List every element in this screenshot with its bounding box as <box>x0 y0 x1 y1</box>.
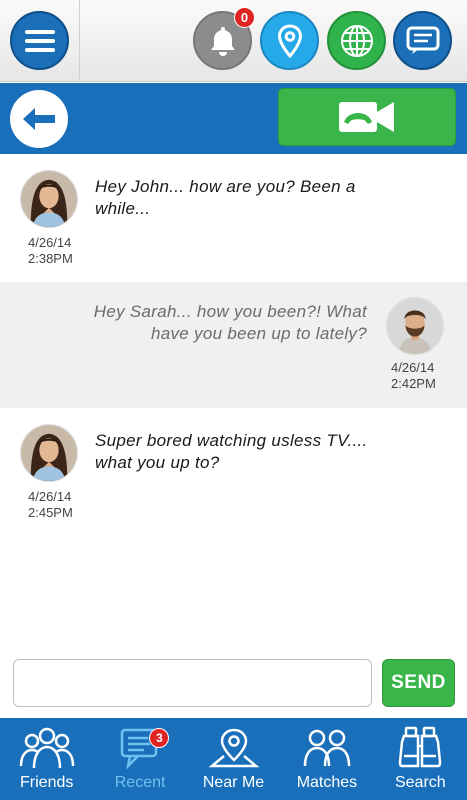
message-item: Hey Sarah... how you been?! What have yo… <box>0 282 467 408</box>
message-date: 4/26/14 <box>28 489 72 504</box>
message-input[interactable] <box>13 659 372 707</box>
nav-label: Search <box>394 774 446 791</box>
hamburger-menu-icon <box>24 29 55 52</box>
nav-item-matches[interactable]: Matches <box>280 718 373 800</box>
nav-label: Matches <box>296 774 358 791</box>
notifications-badge: 0 <box>234 7 255 28</box>
nav-item-search[interactable]: Search <box>374 718 467 800</box>
arrow-left-icon <box>23 108 55 130</box>
message-icon <box>406 26 439 54</box>
avatar-john[interactable] <box>386 297 444 355</box>
menu-button[interactable] <box>10 11 69 70</box>
back-button[interactable] <box>10 90 68 148</box>
message-time: 2:45PM <box>28 505 73 520</box>
location-button[interactable] <box>260 11 319 70</box>
avatar-sarah[interactable] <box>20 170 78 228</box>
message-text: Super bored watching usless TV.... what … <box>95 431 368 472</box>
bottom-nav: Friends 3 Recent Near Me Matches Search <box>0 718 467 800</box>
map-marker-icon <box>208 728 259 768</box>
binoculars-icon <box>399 726 442 768</box>
message-time: 2:38PM <box>28 251 73 266</box>
matches-icon <box>303 729 351 767</box>
divider <box>79 0 80 82</box>
map-pin-icon <box>277 23 302 58</box>
message-item: 4/26/14 2:45PM Super bored watching usle… <box>0 408 467 536</box>
video-call-button[interactable] <box>278 88 456 146</box>
message-timestamp: 4/26/14 2:42PM <box>391 360 436 392</box>
nav-label: Near Me <box>202 774 265 791</box>
woman-avatar-icon <box>21 171 77 227</box>
nav-item-friends[interactable]: Friends <box>0 718 93 800</box>
send-button[interactable]: SEND <box>382 659 455 707</box>
woman-avatar-icon <box>21 425 77 481</box>
nav-label: Friends <box>20 774 74 791</box>
globe-button[interactable] <box>327 11 386 70</box>
message-time: 2:42PM <box>391 376 436 391</box>
globe-icon <box>340 24 373 57</box>
friends-icon <box>19 727 74 769</box>
bell-icon <box>210 26 235 56</box>
message-timestamp: 4/26/14 2:38PM <box>28 235 73 267</box>
message-text: Hey John... how are you? Been a while... <box>95 177 356 218</box>
chat-thread: 4/26/14 2:38PM Hey John... how are you? … <box>0 154 467 654</box>
messages-button[interactable] <box>393 11 452 70</box>
message-date: 4/26/14 <box>28 235 72 250</box>
nav-item-near-me[interactable]: Near Me <box>187 718 280 800</box>
top-bar: 0 <box>0 0 467 82</box>
video-call-icon <box>339 102 394 132</box>
message-date: 4/26/14 <box>391 360 435 375</box>
message-text: Hey Sarah... how you been?! What have yo… <box>93 302 367 343</box>
message-timestamp: 4/26/14 2:45PM <box>28 489 73 521</box>
nav-label: Recent <box>114 774 166 791</box>
avatar-sarah[interactable] <box>20 424 78 482</box>
man-avatar-icon <box>387 298 443 354</box>
message-item: 4/26/14 2:38PM Hey John... how are you? … <box>0 154 467 282</box>
chat-header <box>0 83 467 154</box>
nav-item-recent[interactable]: 3 Recent <box>93 718 186 800</box>
